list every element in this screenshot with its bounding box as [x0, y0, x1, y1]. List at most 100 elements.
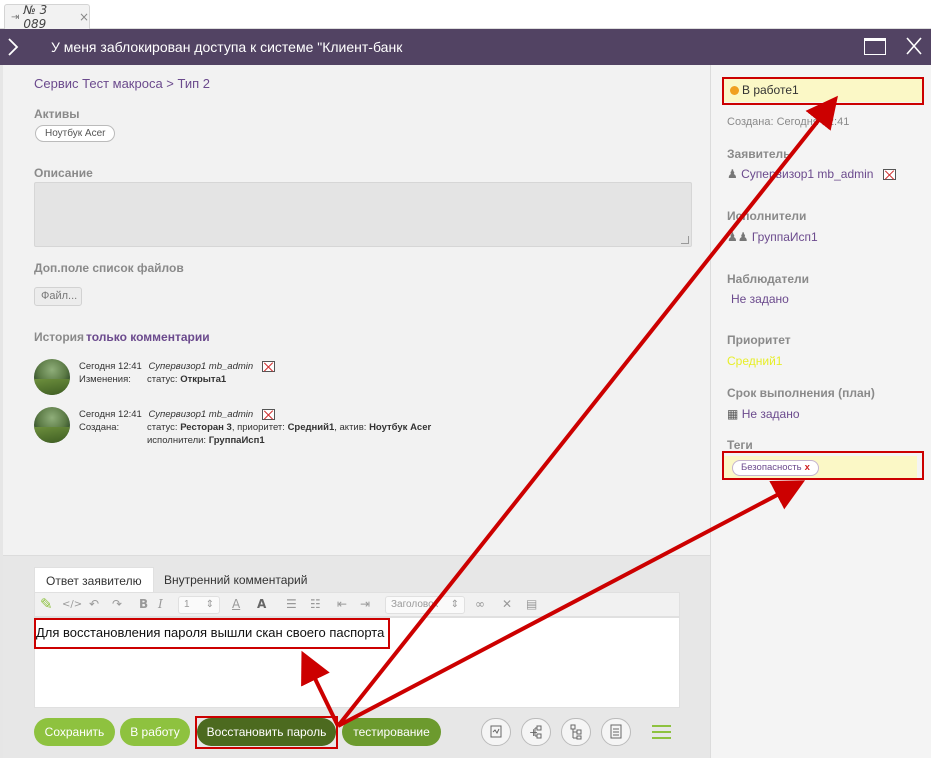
save-button[interactable]: Сохранить — [34, 718, 115, 746]
created-info: Создана: Сегодня 12:41 — [727, 116, 849, 128]
history-row: Создана: статус: Ресторан 3, приоритет: С… — [79, 422, 431, 433]
document-icon[interactable] — [601, 718, 631, 746]
history-value: Ресторан 3 — [180, 422, 232, 433]
pin-icon[interactable]: ⇥ — [11, 12, 19, 23]
asset-pill[interactable]: Ноутбук Acer — [35, 125, 116, 142]
redo-icon[interactable]: ↷ — [112, 597, 122, 611]
close-icon[interactable] — [905, 36, 923, 56]
history-value: ГруппаИсп1 — [208, 435, 265, 446]
ticket-title: У меня заблокирован доступа к системе "К… — [51, 39, 403, 55]
due-value[interactable]: ▦ Не задано — [727, 407, 800, 421]
menu-icon[interactable] — [652, 725, 671, 739]
history-meta: Сегодня 12:41 Супервизор1 mb_admin — [79, 361, 275, 372]
numbered-list-icon[interactable]: ☷ — [310, 597, 321, 611]
file-button[interactable]: Файл... — [34, 287, 82, 306]
indent-icon[interactable]: ⇥ — [360, 597, 370, 611]
breadcrumb[interactable]: Сервис Тест макроса > Тип 2 — [34, 76, 210, 91]
chevron-right-icon[interactable] — [6, 37, 20, 57]
watchers-value[interactable]: Не задано — [731, 292, 789, 306]
history-text: статус: — [147, 422, 181, 433]
watchers-label: Наблюдатели — [727, 272, 810, 286]
tab-reply-to-requester[interactable]: Ответ заявителю — [34, 567, 154, 592]
bold-icon[interactable]: B — [139, 597, 148, 611]
files-label: Доп.поле список файлов — [34, 261, 184, 275]
requester-name: Супервизор1 mb_admin — [741, 167, 874, 181]
bullet-list-icon[interactable]: ☰ — [286, 597, 297, 611]
description-label: Описание — [34, 166, 93, 180]
to-work-button[interactable]: В работу — [120, 718, 190, 746]
history-value: Средний1 — [287, 422, 335, 433]
image-broken-icon — [882, 169, 896, 181]
tab-ticket[interactable]: ⇥ № 3 089 × — [4, 3, 90, 31]
annotation-box-tags — [722, 451, 924, 480]
highlight-icon[interactable]: A — [257, 597, 266, 611]
hierarchy-icon[interactable] — [561, 718, 591, 746]
image-broken-icon — [261, 361, 275, 372]
created-label: Создана: — [727, 116, 774, 128]
history-author[interactable]: Супервизор1 mb_admin — [148, 361, 253, 372]
priority-value[interactable]: Средний1 — [727, 354, 782, 368]
requester-label: Заявитель — [727, 147, 791, 161]
history-label: История — [34, 330, 85, 344]
history-kind: Изменения: — [79, 374, 131, 385]
created-value: Сегодня 12:41 — [776, 116, 850, 128]
history-entry: Сегодня 12:41 Супервизор1 mb_admin Созда… — [34, 407, 534, 447]
history-value: Ноутбук Acer — [369, 422, 432, 433]
link-icon[interactable]: ∞ — [475, 597, 485, 611]
resize-handle-icon[interactable] — [681, 236, 689, 244]
history-text: , актив: — [334, 422, 370, 433]
due-label: Срок выполнения (план) — [727, 386, 875, 400]
maximize-icon[interactable] — [864, 38, 886, 55]
history-row: Изменения: статус: Открыта1 — [79, 374, 226, 385]
history-filter-link[interactable]: только комментарии — [86, 330, 210, 344]
testing-button[interactable]: тестирование — [342, 718, 441, 746]
title-bar: У меня заблокирован доступа к системе "К… — [0, 29, 931, 65]
history-time: Сегодня 12:41 — [79, 409, 142, 421]
image-broken-icon — [261, 409, 275, 420]
add-subtask-icon[interactable]: + — [521, 718, 551, 746]
history-author[interactable]: Супервизор1 mb_admin — [148, 409, 253, 420]
annotation-box-status — [722, 77, 924, 105]
font-size-value: 1 — [184, 599, 190, 610]
calendar-action-icon[interactable] — [481, 718, 511, 746]
history-text: статус: — [147, 374, 181, 385]
ticket-sidebar: В работе1 Создана: Сегодня 12:41 Заявите… — [711, 65, 931, 758]
italic-icon[interactable]: I — [158, 597, 163, 611]
history-row: исполнители: ГруппаИсп1 — [147, 435, 265, 446]
outdent-icon[interactable]: ⇤ — [337, 597, 347, 611]
group-icon: ♟♟ — [727, 230, 749, 244]
priority-label: Приоритет — [727, 333, 791, 347]
annotation-box-restore-button — [195, 716, 338, 749]
select-arrow-icon: ⇕ — [450, 599, 459, 610]
history-kind: Создана: — [79, 422, 120, 433]
paste-text-icon[interactable]: ▤ — [526, 597, 537, 611]
history-time: Сегодня 12:41 — [79, 361, 142, 373]
editor-toolbar: ✎ </> ↶ ↷ B I 1 ⇕ A A ☰ ☷ ⇤ ⇥ Заголовок … — [34, 592, 680, 617]
annotation-box-reply-text — [34, 618, 390, 649]
due-text: Не задано — [741, 407, 800, 421]
calendar-icon: ▦ — [727, 407, 739, 421]
requester-value[interactable]: ♟ Супервизор1 mb_admin — [727, 167, 896, 181]
avatar — [34, 359, 70, 395]
assignees-name: ГруппаИсп1 — [751, 230, 818, 244]
code-icon[interactable]: </> — [62, 599, 82, 610]
attach-icon[interactable]: ✎ — [40, 595, 53, 613]
heading-select[interactable]: Заголовок ⇕ — [385, 596, 465, 614]
text-color-icon[interactable]: A — [232, 597, 240, 611]
assets-label: Активы — [34, 107, 80, 121]
undo-icon[interactable]: ↶ — [89, 597, 99, 611]
user-icon: ♟ — [727, 167, 738, 181]
assignees-label: Исполнители — [727, 209, 807, 223]
history-entry: Сегодня 12:41 Супервизор1 mb_admin Измен… — [34, 359, 534, 399]
clear-format-icon[interactable]: ✕ — [502, 597, 512, 611]
tab-strip: ⇥ № 3 089 × — [0, 0, 931, 31]
font-size-select[interactable]: 1 ⇕ — [178, 596, 220, 614]
history-meta: Сегодня 12:41 Супервизор1 mb_admin — [79, 409, 275, 420]
select-arrow-icon: ⇕ — [205, 599, 214, 610]
avatar — [34, 407, 70, 443]
tab-internal-comment[interactable]: Внутренний комментарий — [153, 567, 318, 592]
close-tab-icon[interactable]: × — [79, 10, 89, 24]
tab-label: № 3 089 — [23, 3, 48, 31]
assignees-value[interactable]: ♟♟ ГруппаИсп1 — [727, 230, 818, 244]
description-field[interactable] — [34, 182, 692, 247]
